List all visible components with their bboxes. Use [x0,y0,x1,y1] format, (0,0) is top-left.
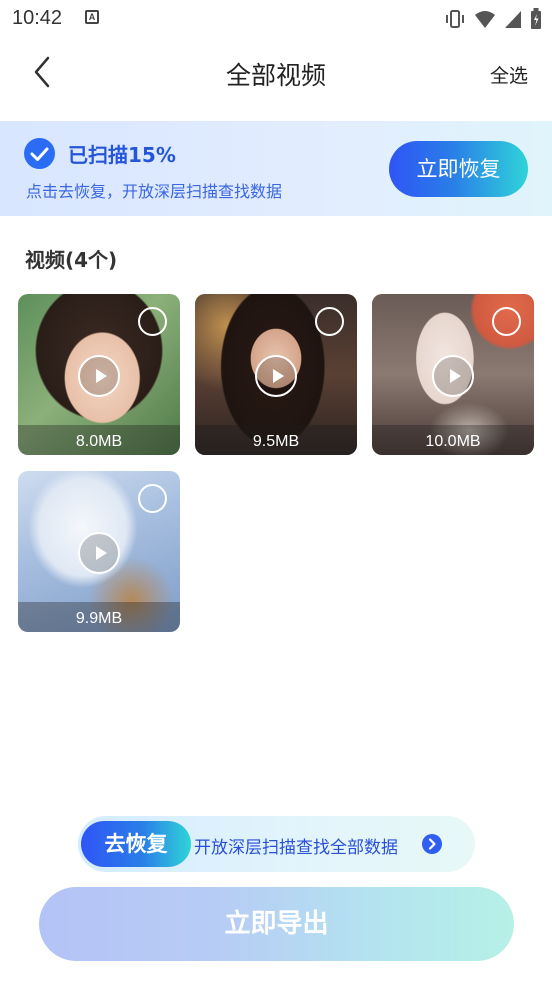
video-item[interactable]: 10.0MB [372,294,534,455]
video-size: 8.0MB [75,433,123,450]
recover-now-button[interactable]: 立即恢复 [389,141,528,197]
video-item[interactable]: 9.9MB [18,471,180,632]
export-now-button[interactable]: 立即导出 [39,887,514,961]
section-title: 视频(4个) [25,248,118,272]
play-icon[interactable] [432,355,474,397]
notification-icon: A [85,10,99,24]
play-icon[interactable] [78,532,120,574]
app-header: 全部视频 全选 [0,38,552,106]
page-title: 全部视频 [225,61,326,90]
chevron-right-icon [422,834,442,854]
select-checkbox[interactable] [138,307,167,336]
play-icon[interactable] [78,355,120,397]
video-size: 10.0MB [425,433,481,450]
video-item[interactable]: 9.5MB [195,294,357,455]
vibrate-icon [444,9,466,33]
check-icon [24,138,55,169]
play-icon[interactable] [255,355,297,397]
video-item[interactable]: 8.0MB [18,294,180,455]
go-recover-tag: 去恢复 [81,821,191,867]
wifi-icon [474,9,496,33]
battery-icon [530,8,542,34]
video-size: 9.5MB [252,433,300,450]
scan-progress-title: 已扫描15% [68,143,176,167]
select-checkbox[interactable] [492,307,521,336]
promo-text: 开放深层扫描查找全部数据 [194,838,398,858]
video-size: 9.9MB [75,610,123,627]
scan-subtitle: 点击去恢复，开放深层扫描查找数据 [26,182,283,201]
select-checkbox[interactable] [315,307,344,336]
status-icons [444,8,542,34]
signal-icon [504,9,522,33]
select-checkbox[interactable] [138,484,167,513]
scan-progress-banner: 已扫描15% 点击去恢复，开放深层扫描查找数据 立即恢复 [0,121,552,216]
deep-scan-promo[interactable]: 去恢复 开放深层扫描查找全部数据 [78,816,475,872]
select-all-button[interactable]: 全选 [490,61,528,88]
status-bar: 10:42 A [0,0,552,38]
status-time: 10:42 [12,7,63,29]
